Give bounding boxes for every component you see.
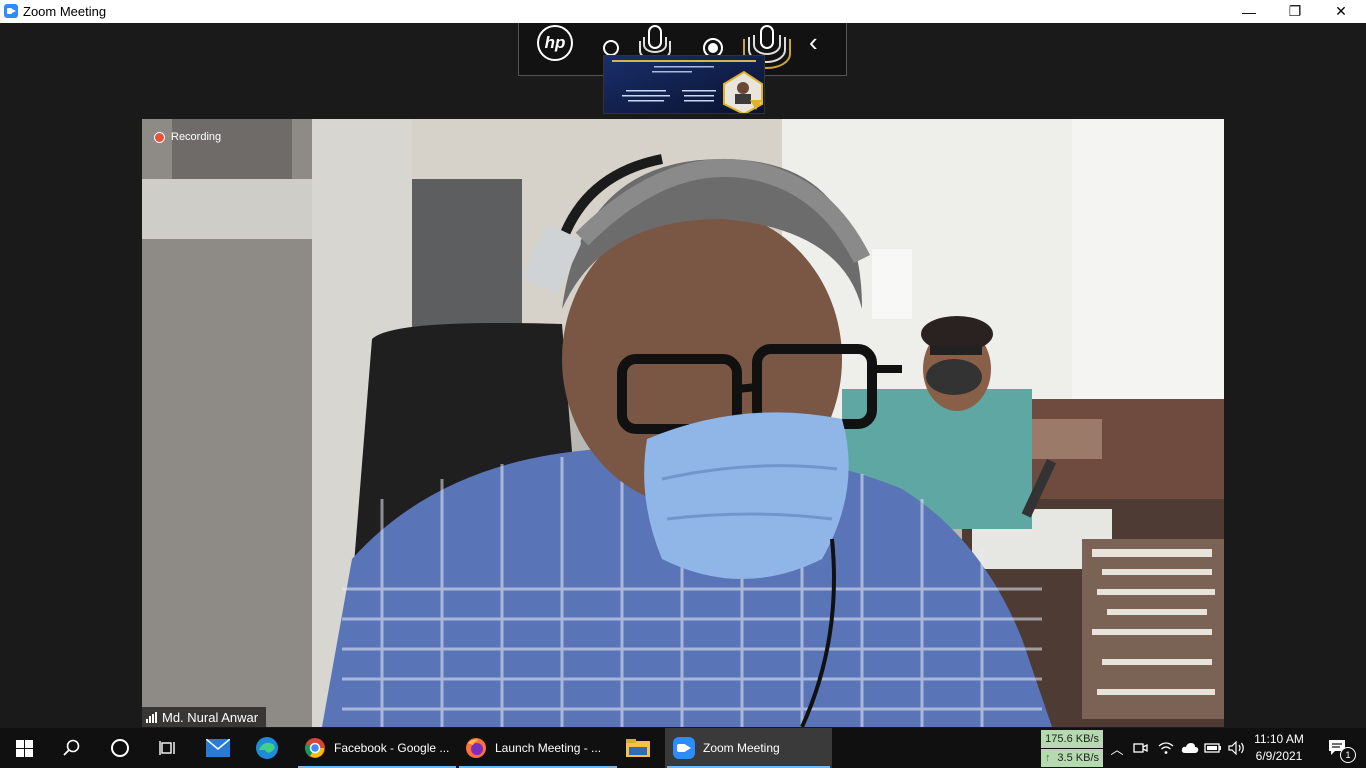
wifi-button[interactable] bbox=[1155, 728, 1177, 768]
start-button[interactable] bbox=[0, 728, 48, 768]
chevron-up-icon: ︿ bbox=[1110, 741, 1124, 757]
taskbar-app-label: Launch Meeting - ... bbox=[495, 741, 602, 755]
mail-button[interactable] bbox=[194, 728, 242, 768]
show-hidden-icons-button[interactable]: ︿ bbox=[1108, 728, 1126, 768]
windows-logo-icon bbox=[15, 739, 33, 757]
chrome-icon bbox=[305, 738, 325, 758]
meeting-stage: hp ‹ Recording Md. Nural Anwar bbox=[0, 23, 1366, 728]
search-button[interactable] bbox=[48, 728, 96, 768]
download-speed-value: 175.6 KB/s bbox=[1045, 733, 1099, 745]
folder-icon bbox=[626, 739, 650, 757]
participant-name-tag: Md. Nural Anwar bbox=[142, 707, 267, 727]
wifi-icon bbox=[1158, 742, 1174, 754]
hp-logo-icon[interactable]: hp bbox=[537, 25, 573, 61]
window-title: Zoom Meeting bbox=[23, 4, 107, 19]
cloud-icon bbox=[1181, 743, 1199, 753]
volume-button[interactable] bbox=[1226, 728, 1248, 768]
network-upload-speed: ↑ 3.5 KB/s bbox=[1041, 749, 1103, 767]
restore-button[interactable]: ❐ bbox=[1272, 0, 1318, 23]
minimize-button[interactable]: — bbox=[1226, 0, 1272, 23]
participant-name: Md. Nural Anwar bbox=[162, 709, 259, 725]
notification-count-badge: 1 bbox=[1340, 747, 1356, 763]
meet-now-button[interactable] bbox=[1130, 728, 1152, 768]
record-icon bbox=[154, 131, 165, 143]
action-center-button[interactable]: 1 bbox=[1318, 728, 1358, 768]
shared-screen-thumbnail[interactable] bbox=[603, 55, 765, 114]
edge-icon bbox=[256, 737, 278, 759]
title-bar: Zoom Meeting — ❐ ✕ bbox=[0, 0, 1366, 23]
recording-label: Recording bbox=[171, 131, 222, 143]
firefox-icon bbox=[466, 738, 486, 758]
battery-charging-icon bbox=[1204, 743, 1221, 753]
taskbar-app-label: Zoom Meeting bbox=[703, 741, 780, 755]
clock-time: 11:10 AM bbox=[1254, 732, 1304, 746]
upload-speed-value: 3.5 KB/s bbox=[1057, 752, 1099, 764]
mail-icon bbox=[206, 739, 230, 757]
task-view-button[interactable] bbox=[144, 728, 192, 768]
taskbar-app-firefox[interactable]: Launch Meeting - ... bbox=[457, 728, 619, 768]
search-icon bbox=[63, 739, 80, 756]
signal-strength-icon bbox=[146, 711, 157, 723]
cortana-icon bbox=[111, 739, 129, 757]
speaker-icon bbox=[1228, 741, 1244, 755]
cortana-button[interactable] bbox=[96, 728, 144, 768]
taskbar-app-label: Facebook - Google ... bbox=[334, 741, 450, 755]
participant-video[interactable]: Recording Md. Nural Anwar bbox=[142, 119, 1224, 727]
system-clock[interactable]: 11:10 AM 6/9/2021 bbox=[1248, 731, 1310, 765]
taskbar-app-chrome[interactable]: Facebook - Google ... bbox=[296, 728, 458, 768]
video-frame bbox=[142, 119, 1224, 727]
radio-off-icon[interactable] bbox=[603, 40, 619, 56]
onedrive-button[interactable] bbox=[1179, 728, 1201, 768]
upload-arrow-icon: ↑ bbox=[1045, 752, 1051, 764]
chevron-left-icon[interactable]: ‹ bbox=[809, 27, 818, 58]
edge-button[interactable] bbox=[243, 728, 291, 768]
recording-indicator[interactable]: Recording bbox=[154, 131, 221, 143]
battery-button[interactable] bbox=[1202, 728, 1224, 768]
taskbar-app-zoom[interactable]: Zoom Meeting bbox=[665, 728, 832, 768]
shared-slide-image bbox=[604, 56, 764, 113]
task-view-icon bbox=[159, 741, 175, 755]
close-button[interactable]: ✕ bbox=[1318, 0, 1364, 23]
network-download-speed: 175.6 KB/s bbox=[1041, 730, 1103, 748]
file-explorer-button[interactable] bbox=[614, 728, 662, 768]
zoom-icon bbox=[673, 737, 695, 759]
clock-date: 6/9/2021 bbox=[1255, 749, 1303, 763]
windows-taskbar: Facebook - Google ... Launch Meeting - .… bbox=[0, 728, 1366, 768]
zoom-icon bbox=[4, 4, 18, 18]
camera-icon bbox=[1133, 743, 1148, 753]
